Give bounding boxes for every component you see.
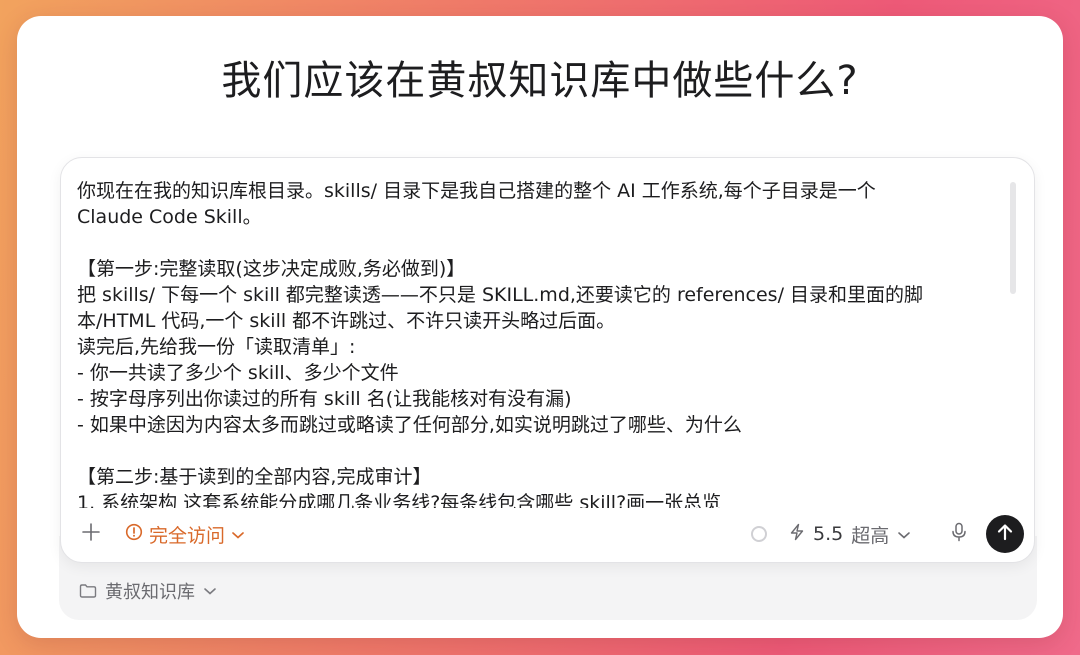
prompt-line: - 如果中途因为内容太多而跳过或略读了任何部分,如实说明跳过了哪些、为什么: [77, 414, 742, 436]
access-mode-button[interactable]: 完全访问: [125, 518, 245, 550]
chevron-down-icon: [203, 586, 217, 596]
prompt-line: 把 skills/ 下每一个 skill 都完整读透——不只是 SKILL.md…: [77, 284, 924, 306]
page-title: 我们应该在黄叔知识库中做些什么?: [221, 58, 859, 104]
prompt-composer[interactable]: 你现在在我的知识库根目录。skills/ 目录下是我自己搭建的整个 AI 工作系…: [60, 157, 1035, 563]
folder-name: 黄叔知识库: [105, 582, 195, 603]
model-selector-button[interactable]: 5.5 超高: [789, 518, 911, 550]
microphone-icon: [950, 522, 968, 546]
send-button[interactable]: [986, 515, 1024, 553]
model-version: 5.5: [813, 523, 844, 545]
chevron-down-icon: [231, 523, 245, 545]
prompt-line: 【第一步:完整读取(这步决定成败,务必做到)】: [77, 258, 466, 280]
access-mode-label: 完全访问: [149, 524, 226, 547]
plus-icon: [81, 522, 101, 546]
prompt-line: 1. 系统架构 这套系统能分成哪几条业务线?每条线包含哪些 skill?画一张总…: [77, 492, 722, 508]
composer-toolbar: 完全访问 5.5 超高: [61, 510, 1034, 562]
prompt-line: 【第二步:基于读到的全部内容,完成审计】: [77, 466, 432, 488]
prompt-line: [77, 438, 1007, 464]
prompt-line: - 你一共读了多少个 skill、多少个文件: [77, 362, 399, 384]
chevron-down-icon: [897, 523, 911, 545]
prompt-line: [77, 230, 1007, 256]
prompt-textarea[interactable]: 你现在在我的知识库根目录。skills/ 目录下是我自己搭建的整个 AI 工作系…: [77, 178, 1007, 508]
alert-circle-icon: [125, 523, 143, 546]
folder-icon: [79, 583, 97, 599]
scrollbar[interactable]: [1010, 182, 1016, 294]
prompt-line: 读完后,先给我一份「读取清单」:: [77, 336, 356, 358]
prompt-line: - 按字母序列出你读过的所有 skill 名(让我能核对有没有漏): [77, 388, 572, 410]
arrow-up-icon: [996, 522, 1014, 546]
model-level: 超高: [851, 524, 890, 547]
add-attachment-button[interactable]: [77, 520, 105, 548]
voice-input-button[interactable]: [945, 520, 973, 548]
prompt-line: Claude Code Skill。: [77, 206, 262, 228]
prompt-line: 本/HTML 代码,一个 skill 都不许跳过、不许只读开头略过后面。: [77, 310, 616, 332]
loading-indicator: [751, 526, 767, 542]
app-window: 我们应该在黄叔知识库中做些什么? 黄叔知识库 你现在在我的知识库根目录。skil…: [17, 16, 1063, 638]
folder-selector[interactable]: 黄叔知识库: [79, 578, 217, 604]
lightning-icon: [789, 523, 805, 546]
prompt-line: 你现在在我的知识库根目录。skills/ 目录下是我自己搭建的整个 AI 工作系…: [77, 180, 876, 202]
